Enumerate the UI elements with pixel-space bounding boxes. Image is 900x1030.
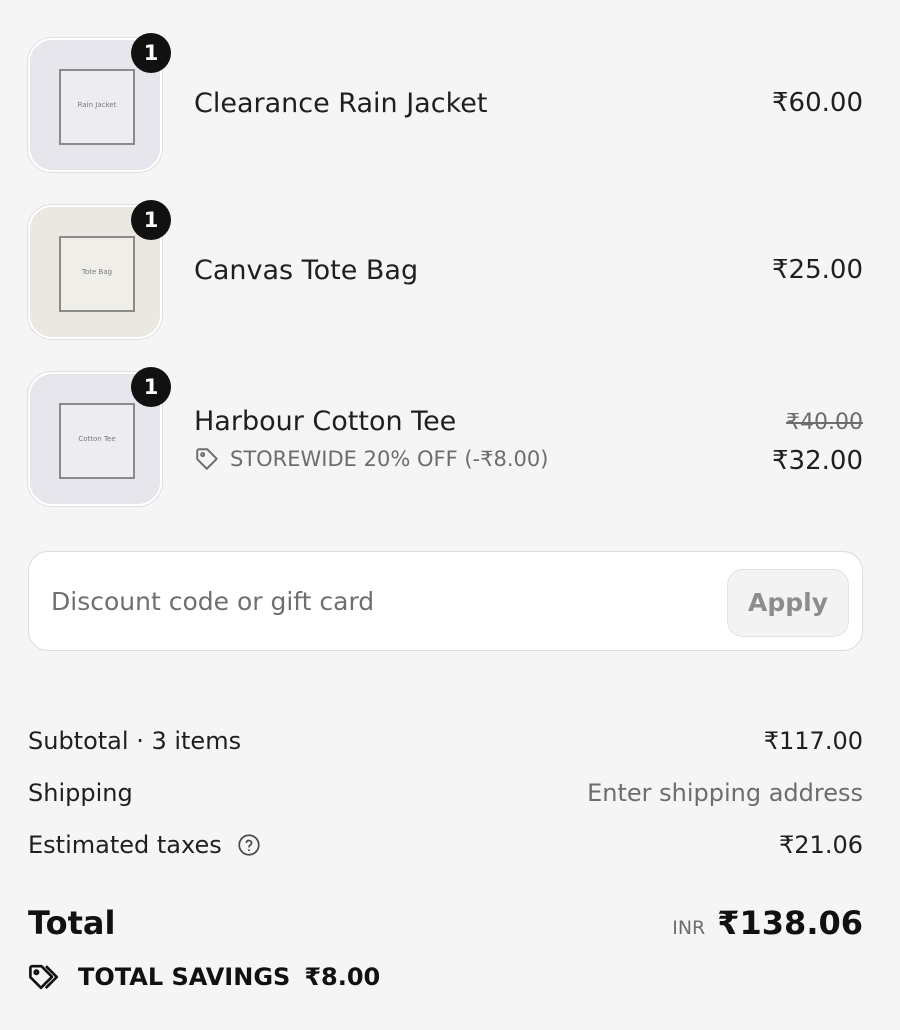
- product-image-caption: Cotton Tee: [78, 435, 116, 443]
- product-image-caption: Tote Bag: [81, 268, 113, 276]
- help-circle-icon[interactable]: [236, 832, 262, 858]
- product-price: ₹25.00: [772, 255, 863, 285]
- total-row: Total INR ₹138.06: [28, 904, 863, 952]
- discount-code-form: Apply: [28, 551, 863, 651]
- subtotal-value: ₹117.00: [763, 727, 863, 755]
- total-label: Total: [28, 904, 116, 942]
- product-name: Canvas Tote Bag: [194, 255, 419, 286]
- subtotal-label: Subtotal · 3 items: [28, 727, 242, 755]
- savings-label: TOTAL SAVINGS: [78, 963, 291, 991]
- apply-button[interactable]: Apply: [727, 569, 849, 637]
- line-item: Rain Jacket 1 Clearance Rain Jacket ₹60.…: [28, 33, 863, 172]
- product-image-caption: Rain Jacket: [77, 101, 117, 109]
- line-discount-label: STOREWIDE 20% OFF (-₹8.00): [230, 447, 549, 471]
- quantity-badge: 1: [131, 367, 171, 407]
- discount-code-input[interactable]: [29, 552, 712, 650]
- original-price: ₹40.00: [786, 410, 863, 435]
- shipping-value: Enter shipping address: [587, 779, 863, 807]
- product-name: Harbour Cotton Tee: [194, 406, 457, 437]
- tag-icon: [29, 964, 59, 990]
- total-amount-group: INR ₹138.06: [672, 904, 863, 942]
- quantity-badge: 1: [131, 200, 171, 240]
- product-price: ₹60.00: [772, 88, 863, 118]
- quantity-badge: 1: [131, 33, 171, 73]
- product-name: Clearance Rain Jacket: [194, 88, 488, 119]
- product-image-placeholder: Rain Jacket: [59, 69, 135, 145]
- shipping-row: Shipping Enter shipping address: [28, 779, 863, 815]
- tag-icon: [196, 448, 218, 470]
- line-item: Tote Bag 1 Canvas Tote Bag ₹25.00: [28, 200, 863, 339]
- savings-amount: ₹8.00: [304, 963, 381, 991]
- total-amount: ₹138.06: [717, 904, 863, 942]
- product-image-placeholder: Cotton Tee: [59, 403, 135, 479]
- total-savings: TOTAL SAVINGS ₹8.00: [28, 962, 380, 992]
- line-item: Cotton Tee 1 Harbour Cotton Tee STOREWID…: [28, 367, 863, 506]
- product-price: ₹32.00: [772, 446, 863, 476]
- taxes-row: Estimated taxes ₹21.06: [28, 831, 863, 867]
- taxes-label: Estimated taxes: [28, 831, 222, 859]
- shipping-label: Shipping: [28, 779, 133, 807]
- taxes-value: ₹21.06: [779, 831, 863, 859]
- taxes-label-group: Estimated taxes: [28, 831, 262, 859]
- line-discount: STOREWIDE 20% OFF (-₹8.00): [194, 446, 548, 472]
- subtotal-row: Subtotal · 3 items ₹117.00: [28, 727, 863, 763]
- total-currency: INR: [672, 917, 706, 939]
- product-image-placeholder: Tote Bag: [59, 236, 135, 312]
